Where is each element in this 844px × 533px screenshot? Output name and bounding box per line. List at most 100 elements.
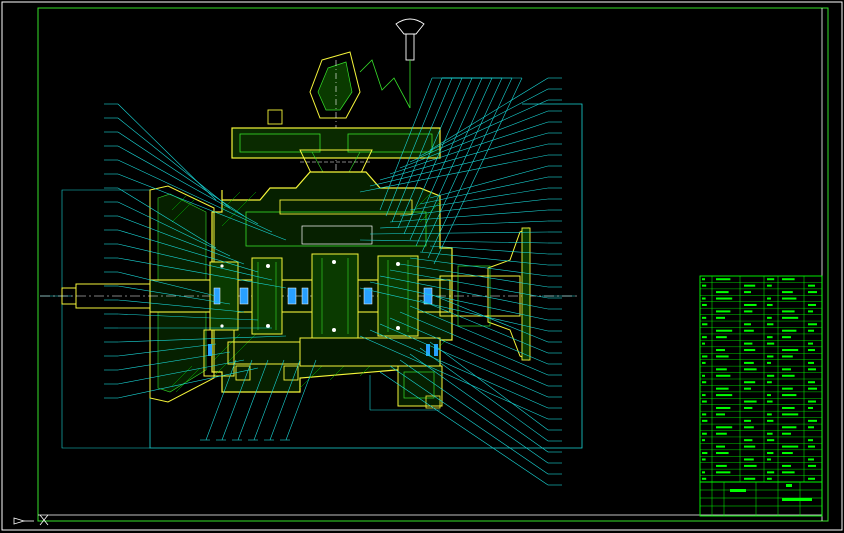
parts-cell-mark <box>744 464 757 467</box>
parts-cell-mark <box>808 426 814 429</box>
parts-cell-mark <box>767 278 775 281</box>
leader-line <box>433 77 523 265</box>
shift-knob <box>395 18 425 108</box>
parts-cell-mark <box>744 445 756 448</box>
parts-cell-mark <box>702 452 708 455</box>
parts-cell-mark <box>782 310 795 313</box>
parts-cell-mark <box>808 303 816 306</box>
parts-cell-mark <box>744 310 753 313</box>
parts-cell-mark <box>716 368 727 371</box>
parts-cell-mark <box>702 284 707 287</box>
parts-cell-mark <box>744 439 753 442</box>
parts-cell-mark <box>702 400 707 403</box>
parts-cell-mark <box>782 336 791 339</box>
parts-cell-mark <box>782 387 793 390</box>
parts-cell-mark <box>782 464 791 467</box>
parts-cell-mark <box>767 419 774 422</box>
parts-cell-mark <box>782 349 799 352</box>
parts-cell-mark <box>767 381 772 384</box>
parts-cell-mark <box>702 342 705 345</box>
parts-cell-mark <box>808 342 813 345</box>
parts-cell-mark <box>744 323 751 326</box>
parts-cell-mark <box>808 284 815 287</box>
parts-cell-mark <box>702 381 707 384</box>
parts-cell-mark <box>808 381 815 384</box>
parts-cell-mark <box>767 303 773 306</box>
parts-cell-mark <box>767 439 775 442</box>
parts-cell-mark <box>782 432 791 435</box>
parts-cell-mark <box>744 284 756 287</box>
parts-cell-mark <box>767 355 774 358</box>
parts-cell-mark <box>782 374 795 377</box>
parts-cell-mark <box>782 426 797 429</box>
parts-cell-mark <box>744 426 754 429</box>
parts-cell-mark <box>744 381 756 384</box>
parts-cell-mark <box>808 329 814 332</box>
leader-line <box>419 176 549 205</box>
parts-cell-mark <box>744 342 753 345</box>
parts-cell-mark <box>716 278 731 281</box>
parts-cell-mark <box>702 323 708 326</box>
parts-cell-mark <box>744 291 751 294</box>
parts-cell-mark <box>767 394 771 397</box>
parts-cell-mark <box>716 426 733 429</box>
parts-cell-mark <box>716 452 729 455</box>
leader-line <box>117 117 231 209</box>
parts-cell-mark <box>782 355 793 358</box>
parts-cell-mark <box>716 374 731 377</box>
parts-cell-mark <box>716 291 729 294</box>
parts-cell-mark <box>767 458 771 461</box>
parts-cell-mark <box>702 458 706 461</box>
parts-cell-mark <box>744 458 754 461</box>
parts-cell-mark <box>716 406 731 409</box>
parts-cell-mark <box>782 445 799 448</box>
parts-cell-mark <box>702 432 707 435</box>
parts-cell-mark <box>808 477 815 480</box>
parts-cell-mark <box>716 387 729 390</box>
parts-cell-mark <box>744 419 751 422</box>
parts-cell-mark <box>782 368 791 371</box>
parts-cell-mark <box>716 464 727 467</box>
parts-cell-mark <box>744 303 757 306</box>
shift-tower <box>267 51 411 190</box>
parts-cell-mark <box>702 419 708 422</box>
parts-cell-mark <box>767 452 774 455</box>
parts-cell-mark <box>716 349 725 352</box>
parts-list-table <box>699 275 823 483</box>
parts-cell-mark <box>744 368 757 371</box>
parts-cell-mark <box>702 471 705 474</box>
parts-cell-mark <box>702 374 705 377</box>
parts-cell-mark <box>702 316 707 319</box>
parts-cell-mark <box>716 471 731 474</box>
parts-cell-mark <box>716 355 729 358</box>
parts-cell-mark <box>808 445 815 448</box>
parts-cell-mark <box>702 278 705 281</box>
parts-cell-mark <box>808 406 813 409</box>
parts-cell-mark <box>702 297 706 300</box>
parts-cell-mark <box>702 413 707 416</box>
parts-cell-mark <box>767 471 775 474</box>
parts-cell-mark <box>702 336 707 339</box>
parts-cell-mark <box>782 452 793 455</box>
parts-cell-mark <box>744 387 751 390</box>
parts-cell-mark <box>767 413 772 416</box>
parts-cell-mark <box>808 349 815 352</box>
parts-cell-mark <box>716 336 727 339</box>
parts-cell-mark <box>808 368 816 371</box>
parts-cell-mark <box>767 316 772 319</box>
title-block <box>699 481 823 517</box>
parts-cell-mark <box>767 374 775 377</box>
parts-cell-mark <box>702 394 706 397</box>
parts-cell-mark <box>716 316 725 319</box>
parts-cell-mark <box>744 400 757 403</box>
parts-cell-mark <box>808 464 816 467</box>
parts-cell-mark <box>782 413 799 416</box>
parts-cell-mark <box>716 394 733 397</box>
parts-cell-mark <box>702 477 707 480</box>
parts-cell-mark <box>767 297 771 300</box>
leader-line <box>379 371 549 486</box>
leader-line <box>429 165 549 199</box>
parts-cell-mark <box>767 342 775 345</box>
parts-cell-mark <box>744 329 754 332</box>
parts-cell-mark <box>744 349 756 352</box>
